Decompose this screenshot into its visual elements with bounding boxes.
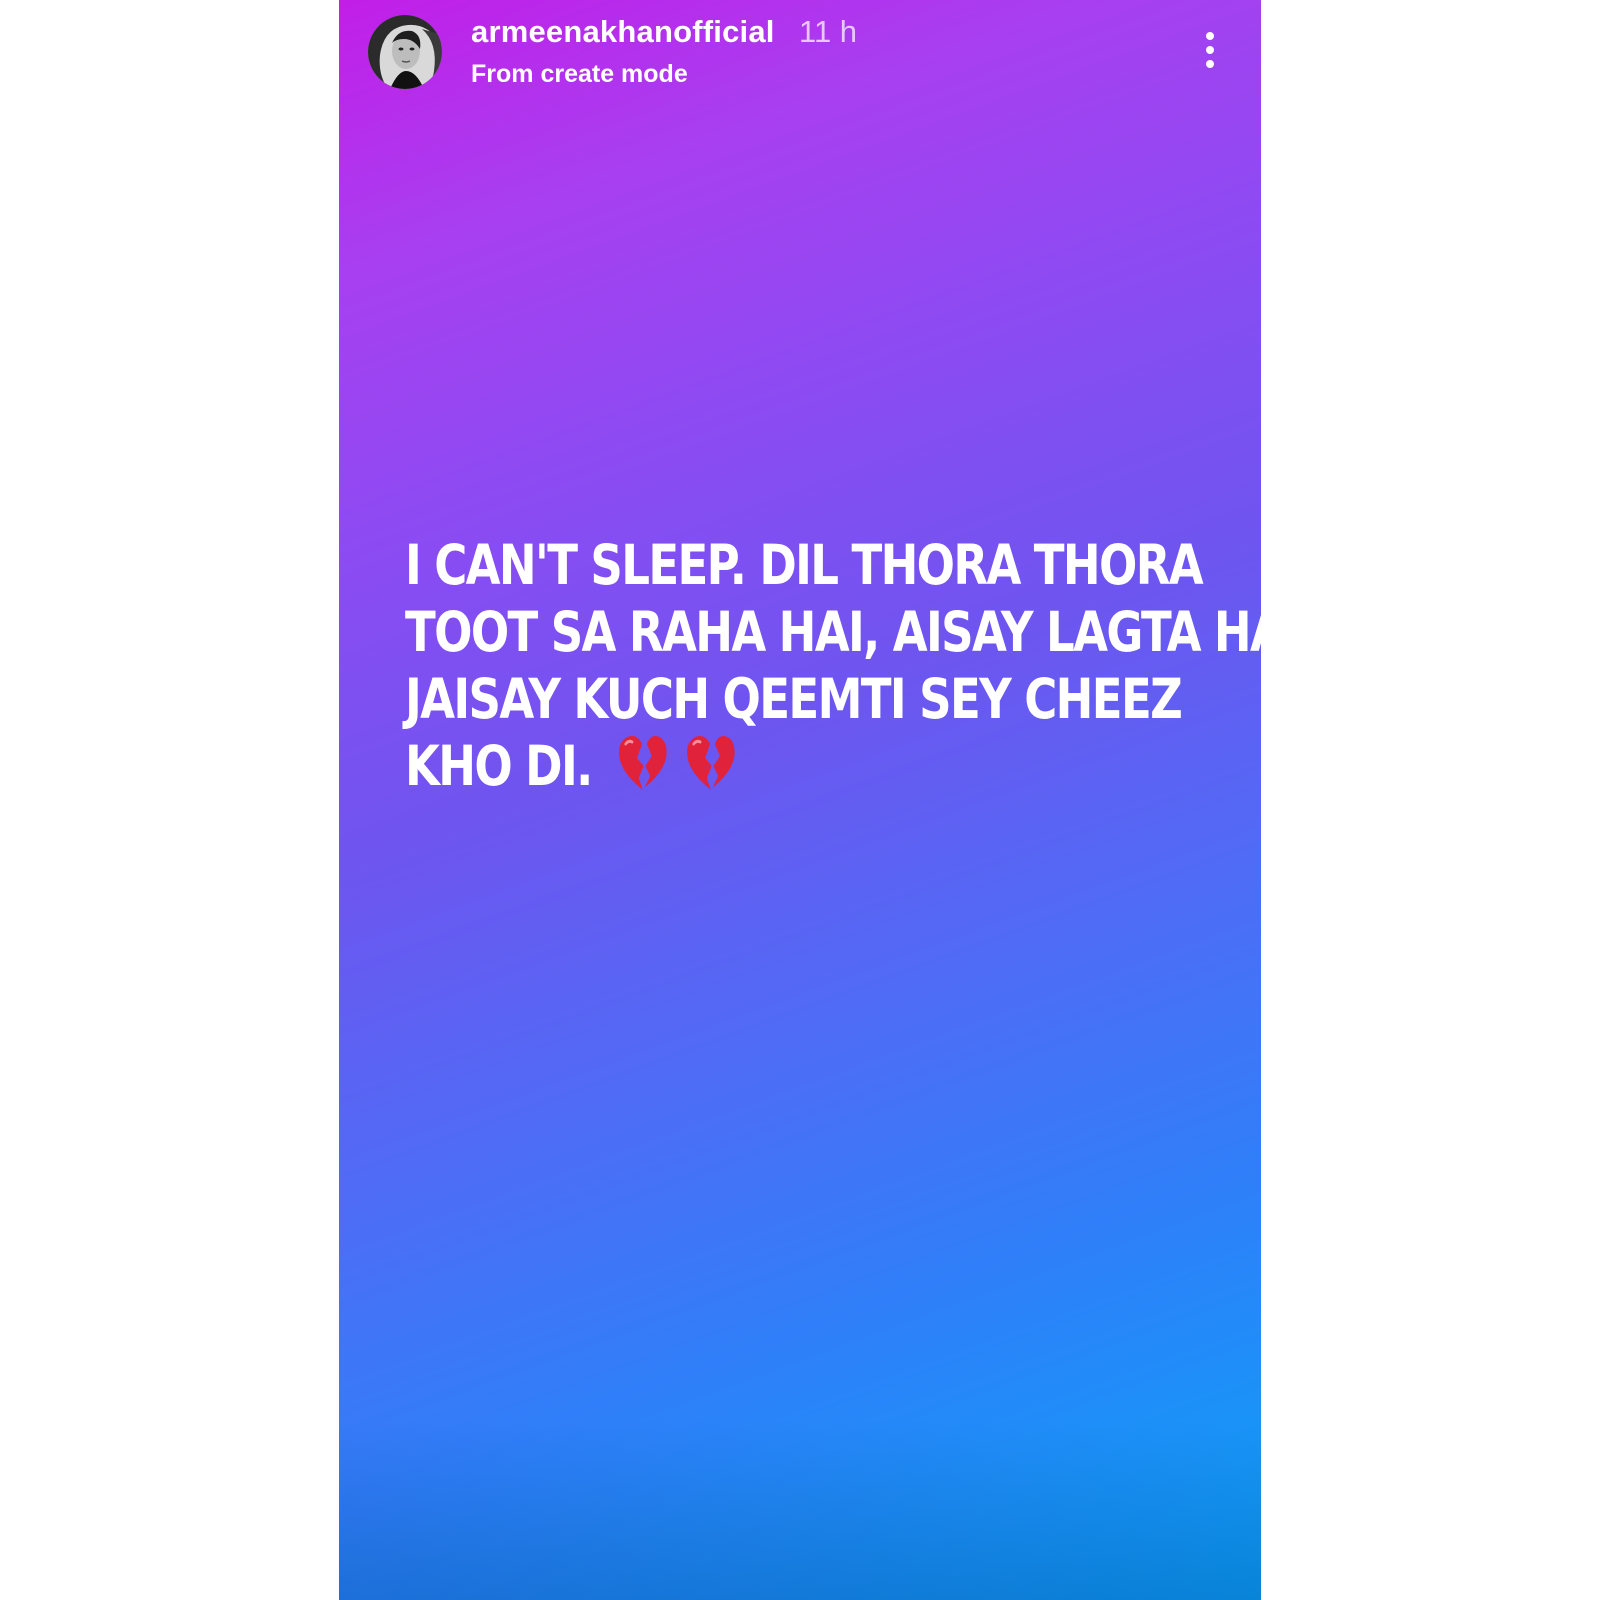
avatar-image <box>368 15 442 89</box>
more-options-button[interactable] <box>1195 24 1225 76</box>
story-text-line: JAISAY KUCH QEEMTI SEY CHEEZ <box>405 667 1183 731</box>
story-text: I CAN'T SLEEP. DIL THORA THORA TOOT SA R… <box>405 532 1261 807</box>
broken-heart-icon <box>685 734 736 807</box>
story-viewer[interactable]: armeenakhanofficial 11 h From create mod… <box>339 0 1261 1600</box>
broken-heart-icon <box>617 734 668 807</box>
story-text-last-line: KHO DI. <box>405 733 1205 807</box>
story-text-line: TOOT SA RAHA HAI, AISAY LAGTA HAI <box>405 600 1261 664</box>
story-header: armeenakhanofficial 11 h From create mod… <box>339 0 1261 110</box>
post-time: 11 h <box>799 14 858 49</box>
emoji-group <box>617 733 739 806</box>
story-source-label: From create mode <box>471 60 688 88</box>
story-text-line: I CAN'T SLEEP. DIL THORA THORA <box>405 533 1204 597</box>
avatar[interactable] <box>368 15 442 89</box>
story-text-line: KHO DI. <box>405 734 593 798</box>
author-username[interactable]: armeenakhanofficial <box>471 14 775 50</box>
page: armeenakhanofficial 11 h From create mod… <box>0 0 1600 1600</box>
story-bottom-shade <box>339 1420 1261 1600</box>
